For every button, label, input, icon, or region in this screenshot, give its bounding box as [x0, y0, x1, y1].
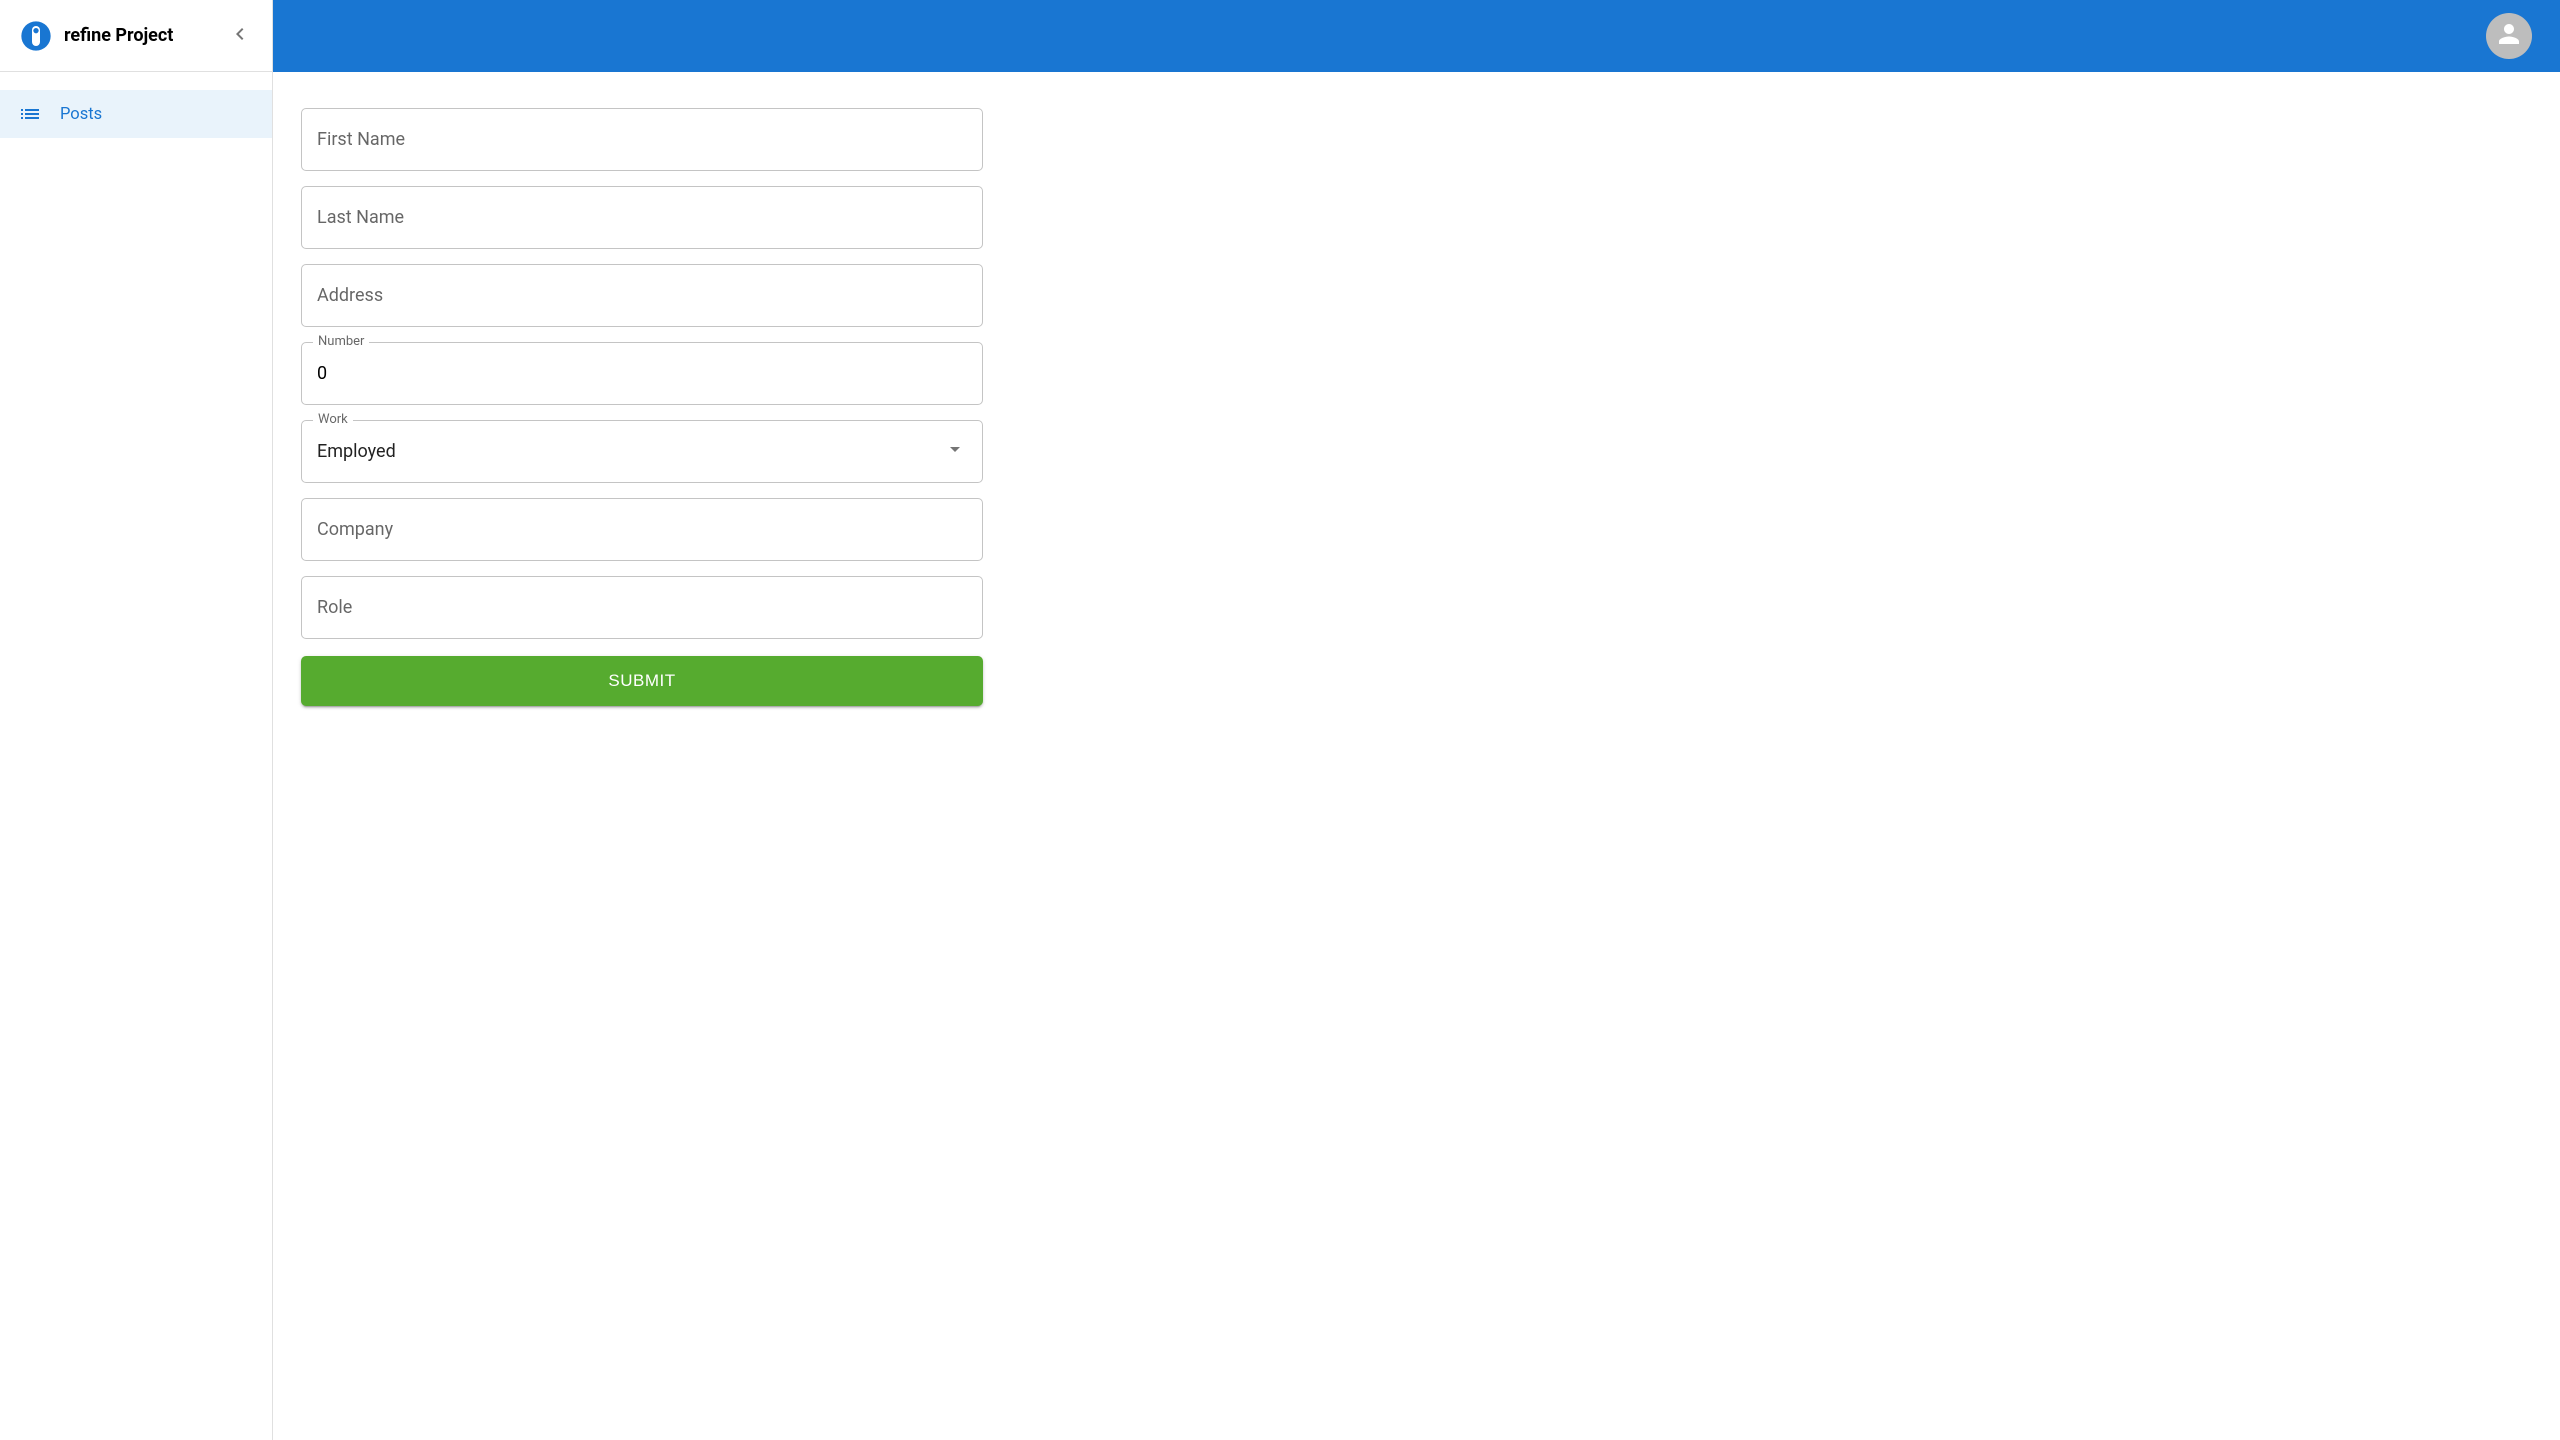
dropdown-icon	[943, 437, 967, 466]
user-avatar[interactable]	[2486, 13, 2532, 59]
sidebar-item-label: Posts	[60, 105, 102, 124]
role-input[interactable]	[301, 576, 983, 639]
work-select[interactable]: Employed	[301, 420, 983, 483]
work-label: Work	[313, 412, 353, 427]
company-input[interactable]	[301, 498, 983, 561]
submit-button[interactable]: SUBMIT	[301, 656, 983, 706]
first-name-field	[301, 108, 983, 171]
sidebar-nav: Posts	[0, 72, 272, 138]
sidebar: refine Project Posts	[0, 0, 273, 1440]
last-name-input[interactable]	[301, 186, 983, 249]
main: Number Work Employed	[273, 0, 2560, 1440]
sidebar-item-posts[interactable]: Posts	[0, 90, 272, 138]
company-field	[301, 498, 983, 561]
number-field: Number	[301, 342, 983, 405]
refine-logo-icon	[20, 20, 52, 52]
work-select-value: Employed	[317, 441, 396, 462]
topbar	[273, 0, 2560, 72]
work-field: Work Employed	[301, 420, 983, 483]
last-name-field	[301, 186, 983, 249]
brand[interactable]: refine Project	[20, 20, 173, 52]
sidebar-header: refine Project	[0, 0, 272, 72]
app-title: refine Project	[64, 25, 173, 46]
role-field	[301, 576, 983, 639]
content: Number Work Employed	[273, 72, 2560, 742]
person-icon	[2494, 19, 2524, 53]
number-label: Number	[313, 334, 369, 349]
chevron-left-icon	[228, 22, 252, 50]
address-field	[301, 264, 983, 327]
form: Number Work Employed	[301, 108, 983, 706]
first-name-input[interactable]	[301, 108, 983, 171]
number-input[interactable]	[301, 342, 983, 405]
collapse-sidebar-button[interactable]	[224, 20, 256, 52]
list-icon	[18, 102, 42, 126]
address-input[interactable]	[301, 264, 983, 327]
